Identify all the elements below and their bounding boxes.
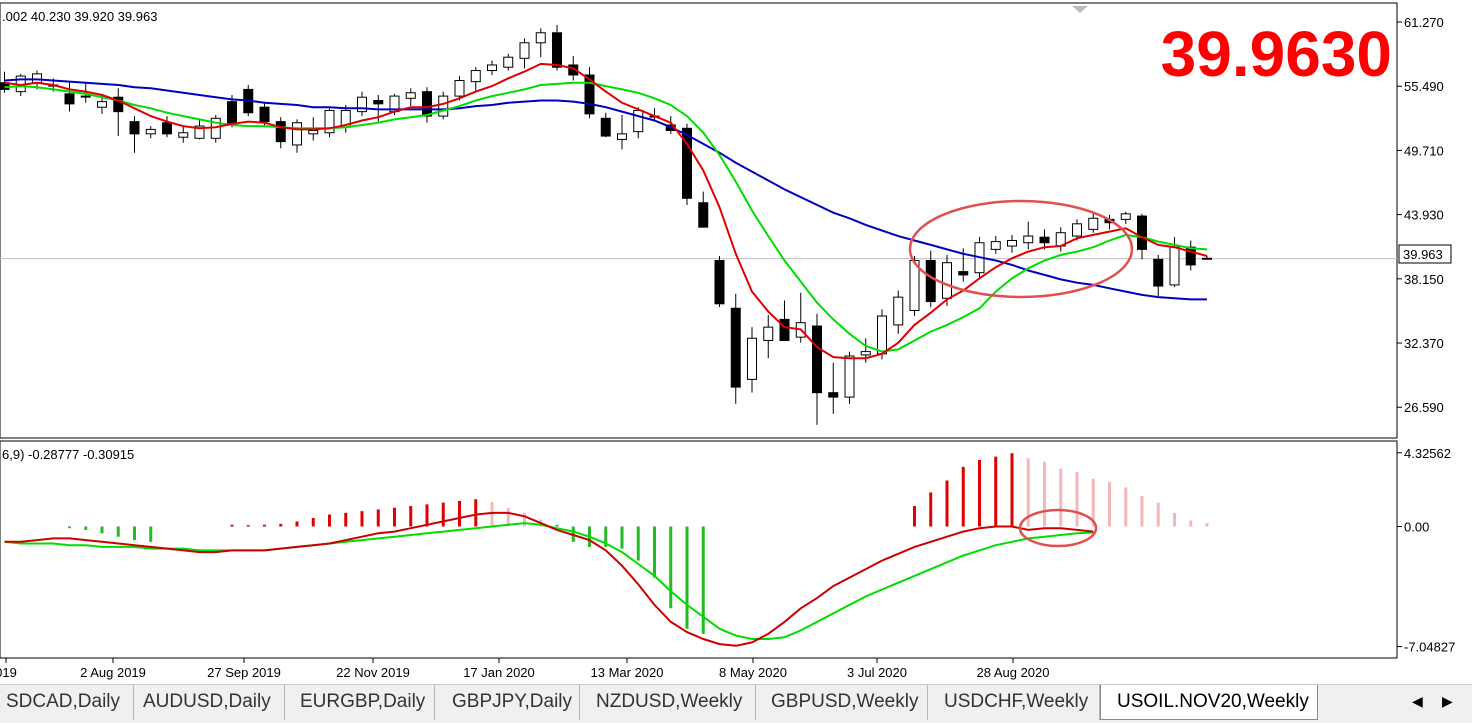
time-axis-label: 22 Nov 2019	[336, 665, 410, 680]
candle-body	[1169, 246, 1180, 286]
candle-body	[1007, 239, 1017, 247]
candle-body	[763, 326, 774, 341]
time-axis-label: 2 Aug 2019	[80, 665, 146, 680]
candle-body	[1153, 258, 1164, 287]
candle-body	[1120, 213, 1131, 220]
chart-tab-bar: SDCAD,Daily AUDUSD,Daily EURGBP,Daily GB…	[0, 684, 1472, 723]
time-axis-label: 13 Mar 2020	[591, 665, 664, 680]
price-axis-label: 26.590	[1404, 400, 1444, 415]
candle-body	[1137, 215, 1147, 250]
candle-body	[779, 318, 790, 341]
candle-body	[714, 259, 725, 305]
macd-axis-label: 4.32562	[1404, 446, 1451, 461]
candle-body	[812, 325, 822, 394]
candle-body	[97, 101, 107, 108]
candle-body	[1023, 235, 1034, 244]
candle-body	[292, 122, 302, 146]
price-axis-label: 61.270	[1404, 15, 1444, 30]
candle-body	[454, 80, 465, 97]
candle-body	[860, 351, 871, 356]
time-axis-label: 3 Jul 2020	[847, 665, 907, 680]
candle-body	[877, 315, 887, 355]
candle-body	[438, 95, 449, 117]
tab-sdcad-daily[interactable]: SDCAD,Daily	[0, 685, 134, 720]
tab-eurgbp-daily[interactable]: EURGBP,Daily	[285, 685, 435, 720]
candle-body	[373, 100, 384, 105]
price-axis-label: 38.150	[1404, 272, 1444, 287]
candle-body	[747, 337, 757, 380]
candle-body	[405, 92, 416, 99]
price-axis-label: 32.370	[1404, 336, 1444, 351]
candle-body	[1039, 236, 1050, 244]
candle-body	[958, 271, 969, 276]
candle-body	[64, 93, 75, 105]
tab-scroll-left-icon[interactable]: ◀	[1412, 693, 1423, 710]
candle-body	[1088, 217, 1099, 230]
candle-body	[942, 262, 952, 299]
candle-body	[552, 32, 562, 68]
current-price-tag: 39.963	[1403, 247, 1443, 262]
candle-body	[227, 101, 237, 125]
candle-body	[503, 56, 514, 68]
price-axis-label: 55.490	[1404, 79, 1444, 94]
candle-body	[422, 91, 432, 117]
candle-body	[470, 70, 481, 83]
tab-gbpjpy-daily[interactable]: GBPJPY,Daily	[435, 685, 580, 720]
candle-body	[145, 128, 156, 135]
candle-body	[275, 121, 286, 143]
tab-scroll-right-icon[interactable]: ▶	[1442, 693, 1453, 710]
chart-canvas[interactable]: 61.270 55.490 49.710 43.930 38.150 32.370 26.5…	[0, 0, 1472, 684]
time-axis-label: 019	[0, 665, 17, 680]
time-axis-label: 27 Sep 2019	[207, 665, 281, 680]
main-indicator-info: .002 40.230 39.920 39.963	[2, 9, 157, 24]
candle-body	[519, 42, 530, 59]
trading-chart[interactable]: 61.270 55.490 49.710 43.930 38.150 32.370 26.5…	[0, 0, 1472, 723]
candle-body	[259, 106, 270, 123]
candle-body	[844, 355, 855, 398]
tab-usoil-nov20-weekly[interactable]: USOIL.NOV20,Weekly	[1100, 685, 1318, 720]
macd-axis-label: -7.04827	[1404, 640, 1455, 655]
candle-body	[893, 296, 904, 326]
time-axis-label: 17 Jan 2020	[463, 665, 535, 680]
candle-body	[925, 259, 936, 303]
candle-body	[162, 122, 172, 135]
candle-body	[828, 392, 839, 398]
candle-body	[633, 110, 644, 133]
time-axis-label: 8 May 2020	[719, 665, 787, 680]
candle-body	[1202, 257, 1212, 260]
candle-body	[178, 132, 189, 138]
candle-body	[487, 64, 497, 72]
tab-gbpusd-weekly[interactable]: GBPUSD,Weekly	[756, 685, 928, 720]
macd-indicator-info: 6,9) -0.28777 -0.30915	[2, 447, 134, 462]
macd-axis-label: 0.00	[1404, 519, 1429, 534]
candle-body	[32, 73, 42, 84]
tab-audusd-daily[interactable]: AUDUSD,Daily	[134, 685, 285, 720]
candle-body	[990, 241, 1001, 250]
price-axis-label: 43.930	[1404, 208, 1444, 223]
candle-body	[617, 133, 627, 140]
candle-body	[730, 307, 741, 388]
candle-body	[129, 121, 140, 135]
candle-body	[600, 117, 611, 137]
big-price-overlay: 39.9630	[1161, 18, 1392, 90]
tab-nzdusd-weekly[interactable]: NZDUSD,Weekly	[580, 685, 756, 720]
candle-body	[80, 95, 91, 98]
candle-body	[308, 130, 319, 135]
candle-body	[1072, 223, 1082, 237]
tab-usdchf-weekly[interactable]: USDCHF,Weekly	[928, 685, 1100, 720]
time-axis-label: 28 Aug 2020	[976, 665, 1049, 680]
price-axis-label: 49.710	[1404, 143, 1444, 158]
candle-body	[698, 202, 709, 228]
candle-body	[535, 32, 546, 44]
